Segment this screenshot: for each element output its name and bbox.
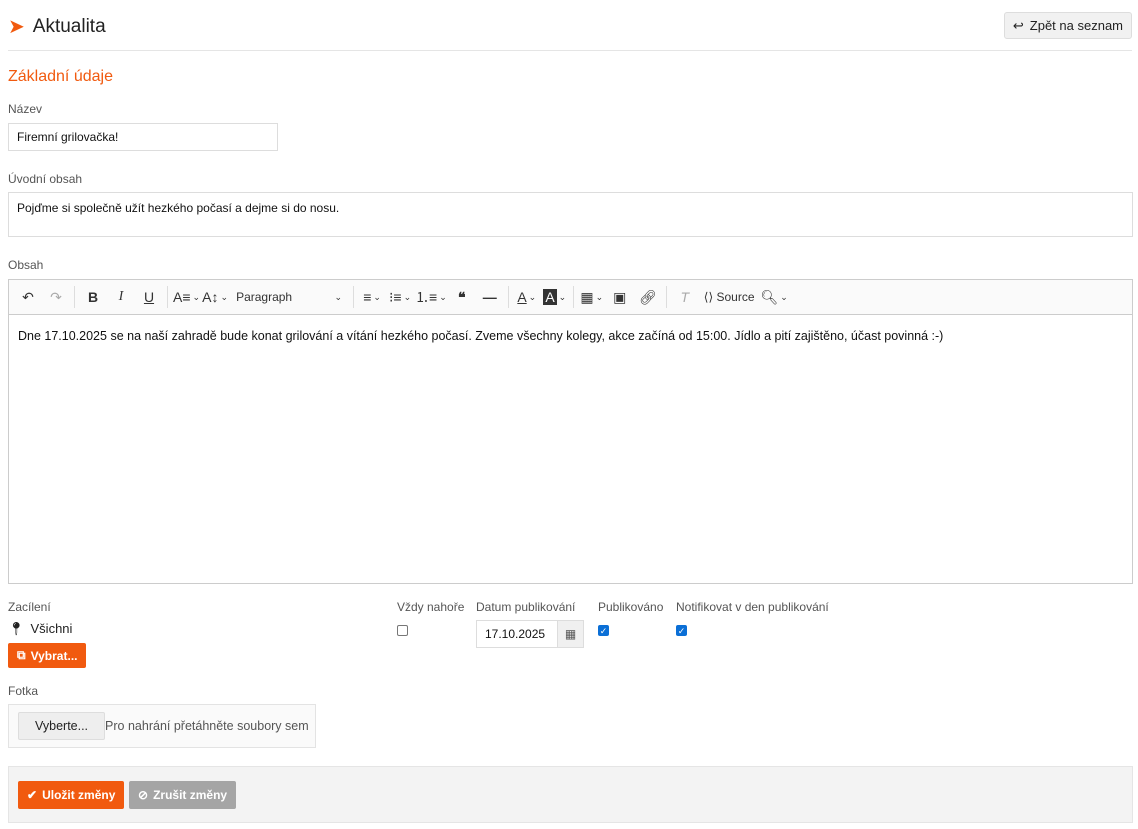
source-icon: ⟨⟩ <box>703 290 717 304</box>
published-checkbox[interactable]: ✓ <box>598 625 609 636</box>
intro-label: Úvodní obsah <box>8 172 83 186</box>
save-button[interactable]: ✔ Uložit změny <box>18 781 125 809</box>
choose-file-button[interactable]: Vyberte... <box>18 712 106 740</box>
back-to-list-button[interactable]: ↩ Zpět na seznam <box>1003 12 1132 39</box>
divider <box>8 50 1132 51</box>
rich-text-editor: ↶ ↷ B I U A≡ ⌄ A↕ ⌄ Paragraph ⌄ ≡ ⌄ ⁝≡ ⌄ ⒈≡ ⌄ … <box>8 279 1133 584</box>
background-color-icon[interactable]: A ⌄ <box>542 284 568 310</box>
align-icon[interactable]: ≡ ⌄ <box>359 284 385 310</box>
remove-format-icon[interactable]: T <box>672 284 698 310</box>
targeting-label: Zacílení <box>8 600 51 614</box>
section-title: Základní údaje <box>8 68 113 85</box>
dropzone-hint: Pro nahrání přetáhněte soubory sem <box>105 719 309 733</box>
map-marker-icon: 📍︎ <box>8 621 25 636</box>
redo-icon[interactable]: ↷ <box>43 284 69 310</box>
page-title: Aktualita <box>32 15 106 37</box>
underline-icon[interactable]: U <box>136 284 162 310</box>
intro-textarea[interactable]: Pojďme si společně užít hezkého počasí a… <box>8 192 1133 237</box>
blockquote-icon[interactable]: ❝ <box>449 284 475 310</box>
italic-icon[interactable]: I <box>108 284 134 310</box>
ban-icon: ⊘ <box>138 788 149 802</box>
notify-label: Notifikovat v den publikování <box>676 600 829 614</box>
targeting-text: Všichni <box>30 621 73 636</box>
editor-content[interactable]: Dne 17.10.2025 se na naší zahradě bude k… <box>9 315 1132 357</box>
external-link-icon: ⧉ <box>17 648 26 662</box>
horizontal-line-icon[interactable]: — <box>477 284 503 310</box>
save-label: Uložit změny <box>42 788 116 802</box>
always-top-checkbox[interactable] <box>397 625 408 636</box>
notify-checkbox[interactable]: ✓ <box>676 625 687 636</box>
editor-toolbar: ↶ ↷ B I U A≡ ⌄ A↕ ⌄ Paragraph ⌄ ≡ ⌄ ⁝≡ ⌄ ⒈≡ ⌄ … <box>9 280 1132 315</box>
photo-dropzone[interactable]: Vyberte... Pro nahrání přetáhněte soubor… <box>8 704 316 748</box>
source-label: Source <box>716 290 755 304</box>
cancel-label: Zrušit změny <box>153 788 228 802</box>
select-targeting-button[interactable]: ⧉ Vybrat... <box>8 643 87 668</box>
check-icon: ✔ <box>27 788 38 802</box>
heading-value: Paragraph <box>236 290 293 304</box>
content-label: Obsah <box>8 258 44 272</box>
publish-date-value: 17.10.2025 <box>485 627 546 641</box>
targeting-value: 📍︎ Všichni <box>8 621 72 637</box>
bulleted-list-icon[interactable]: ⁝≡ ⌄ <box>387 284 413 310</box>
back-label: Zpět na seznam <box>1029 18 1123 33</box>
link-icon[interactable]: 🔗︎ <box>635 284 661 310</box>
font-size-icon[interactable]: A↕ ⌄ <box>202 284 228 310</box>
cancel-button[interactable]: ⊘ Zrušit změny <box>129 781 237 809</box>
bold-icon[interactable]: B <box>80 284 106 310</box>
reply-icon: ↩ <box>1012 17 1024 33</box>
heading-dropdown[interactable]: Paragraph ⌄ <box>230 284 348 310</box>
name-label: Název <box>8 102 43 116</box>
select-label: Vybrat... <box>30 648 78 663</box>
undo-icon[interactable]: ↶ <box>15 284 41 310</box>
source-button[interactable]: ⟨⟩ Source <box>700 284 759 310</box>
photo-label: Fotka <box>8 684 39 698</box>
paper-plane-icon: ➤ <box>8 16 25 38</box>
numbered-list-icon[interactable]: ⒈≡ ⌄ <box>415 284 447 310</box>
name-input[interactable]: Firemní grilovačka! <box>8 123 278 151</box>
publish-date-input[interactable]: 17.10.2025 ▦ <box>476 620 584 648</box>
published-label: Publikováno <box>598 600 664 614</box>
always-top-label: Vždy nahoře <box>397 600 465 614</box>
font-family-icon[interactable]: A≡ ⌄ <box>173 284 200 310</box>
page-header: ➤ Aktualita <box>8 14 106 39</box>
font-color-icon[interactable]: A ⌄ <box>514 284 540 310</box>
table-icon[interactable]: ▦ ⌄ <box>579 284 605 310</box>
publish-date-label: Datum publikování <box>476 600 576 614</box>
calendar-icon[interactable]: ▦ <box>557 621 583 647</box>
find-replace-icon[interactable]: 🔍︎ ⌄ <box>761 284 788 310</box>
image-icon[interactable]: ▣ <box>607 284 633 310</box>
